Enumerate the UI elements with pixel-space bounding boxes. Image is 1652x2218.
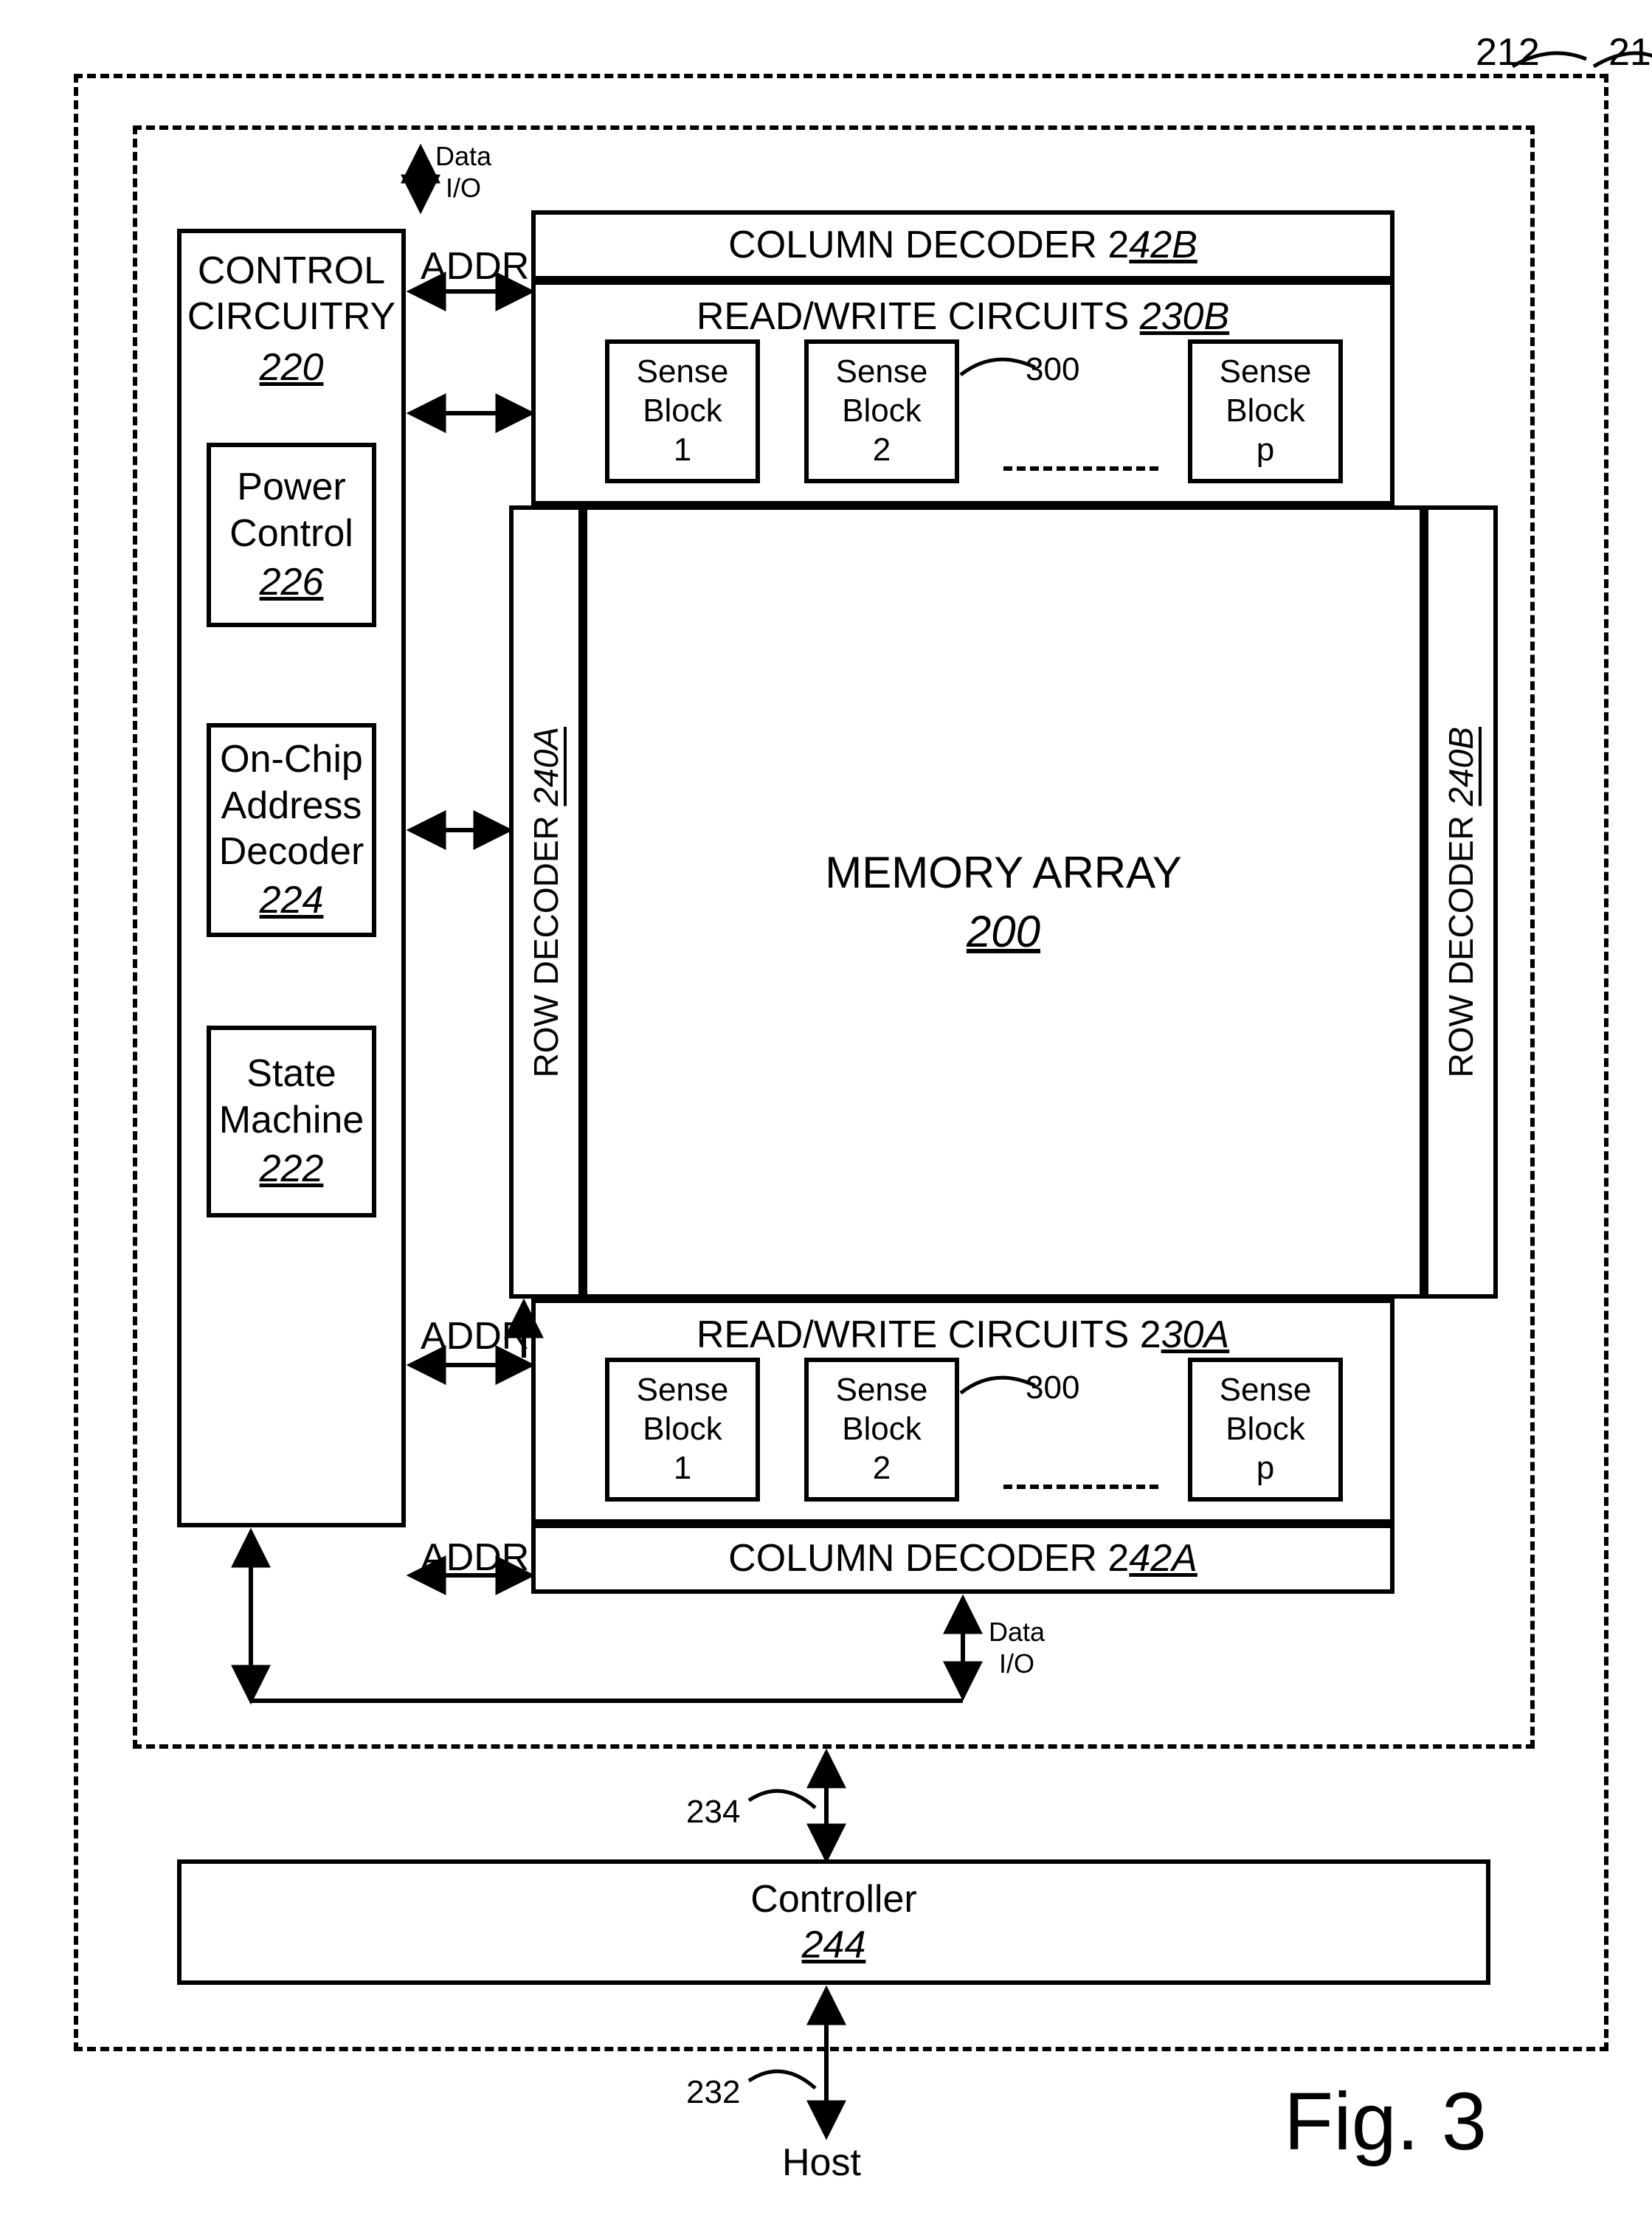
diagram-canvas: 212 210 CONTROL CIRCUITRY 220 Power Cont… <box>30 30 1652 2188</box>
arrows <box>30 30 1652 2188</box>
